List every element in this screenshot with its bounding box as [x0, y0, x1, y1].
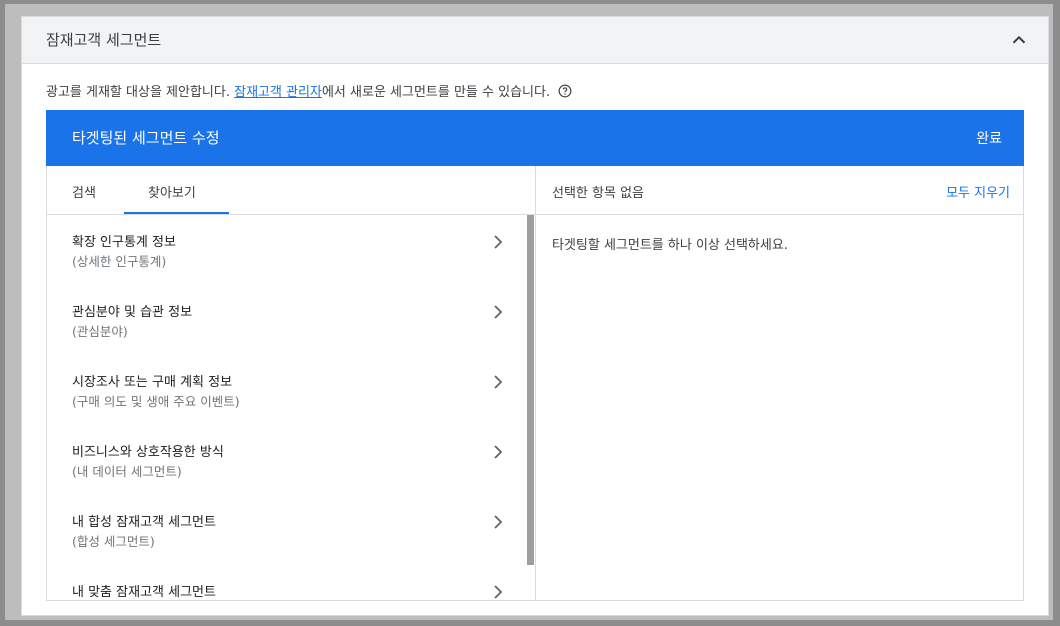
list-item-in-market[interactable]: 시장조사 또는 구매 계획 정보 (구매 의도 및 생애 주요 이벤트): [47, 355, 527, 425]
empty-selection-hint: 타겟팅할 세그먼트를 하나 이상 선택하세요.: [552, 238, 788, 253]
selected-count-text: 선택한 항목 없음: [552, 186, 644, 201]
list-item-detailed-demographics[interactable]: 확장 인구통계 정보 (상세한 인구통계): [47, 215, 527, 285]
active-tab-indicator: [124, 212, 229, 214]
tab-search[interactable]: 검색: [72, 182, 96, 201]
window-frame: 잠재고객 세그먼트 광고를 게재할 대상을 제안합니다. 잠재고객 관리자에서 …: [5, 4, 1053, 620]
segment-editor: 타겟팅된 세그먼트 수정 완료 검색 찾아보기 확장 인구통계 정보 (상세한 …: [46, 110, 1024, 601]
clear-all-button[interactable]: 모두 지우기: [946, 182, 1010, 201]
chevron-up-icon[interactable]: [1008, 29, 1030, 51]
list-item-title: 내 맞춤 잠재고객 세그먼트: [72, 585, 216, 600]
audience-segments-card: 잠재고객 세그먼트 광고를 게재할 대상을 제안합니다. 잠재고객 관리자에서 …: [21, 16, 1049, 616]
list-item-interests[interactable]: 관심분야 및 습관 정보 (관심분야): [47, 285, 527, 355]
list-item-custom-segments[interactable]: 내 맞춤 잠재고객 세그먼트: [47, 565, 527, 600]
chevron-right-icon: [494, 515, 503, 529]
selected-header: 선택한 항목 없음 모두 지우기: [536, 166, 1023, 215]
chevron-right-icon: [494, 585, 503, 599]
description-suffix: 에서 새로운 세그먼트를 만들 수 있습니다.: [321, 85, 551, 100]
list-item-your-data[interactable]: 비즈니스와 상호작용한 방식 (내 데이터 세그먼트): [47, 425, 527, 495]
card-header[interactable]: 잠재고객 세그먼트: [22, 17, 1048, 64]
chevron-right-icon: [494, 305, 503, 319]
list-item-combined-segments[interactable]: 내 합성 잠재고객 세그먼트 (합성 세그먼트): [47, 495, 527, 565]
selected-pane: 선택한 항목 없음 모두 지우기 타겟팅할 세그먼트를 하나 이상 선택하세요.: [536, 166, 1023, 600]
done-button[interactable]: 완료: [976, 128, 1002, 148]
list-item-title: 관심분야 및 습관 정보: [72, 305, 193, 320]
chevron-right-icon: [494, 235, 503, 249]
list-item-title: 확장 인구통계 정보: [72, 235, 176, 250]
chevron-right-icon: [494, 445, 503, 459]
browse-pane: 검색 찾아보기 확장 인구통계 정보 (상세한 인구통계) 관심분야 및 습관 …: [47, 166, 536, 600]
editor-title-bar: 타겟팅된 세그먼트 수정 완료: [46, 110, 1024, 166]
list-item-subtitle: (상세한 인구통계): [72, 254, 167, 269]
list-item-subtitle: (내 데이터 세그먼트): [72, 464, 182, 479]
list-scrollbar[interactable]: [527, 215, 535, 600]
card-description: 광고를 게재할 대상을 제안합니다. 잠재고객 관리자에서 새로운 세그먼트를 …: [46, 81, 572, 100]
scrollbar-thumb[interactable]: [527, 215, 534, 565]
list-item-subtitle: (합성 세그먼트): [72, 534, 155, 549]
tab-browse[interactable]: 찾아보기: [148, 182, 196, 201]
list-item-title: 비즈니스와 상호작용한 방식: [72, 445, 224, 460]
help-icon[interactable]: [558, 84, 572, 98]
category-list: 확장 인구통계 정보 (상세한 인구통계) 관심분야 및 습관 정보 (관심분야…: [47, 215, 527, 600]
editor-tabs: 검색 찾아보기: [47, 166, 535, 215]
audience-manager-link[interactable]: 잠재고객 관리자: [234, 85, 322, 100]
card-title: 잠재고객 세그먼트: [46, 31, 162, 49]
list-item-title: 내 합성 잠재고객 세그먼트: [72, 515, 216, 530]
list-item-subtitle: (구매 의도 및 생애 주요 이벤트): [72, 394, 240, 409]
editor-title: 타겟팅된 세그먼트 수정: [72, 129, 220, 147]
description-prefix: 광고를 게재할 대상을 제안합니다.: [46, 85, 235, 100]
list-item-subtitle: (관심분야): [72, 324, 128, 339]
list-item-title: 시장조사 또는 구매 계획 정보: [72, 375, 233, 390]
chevron-right-icon: [494, 375, 503, 389]
